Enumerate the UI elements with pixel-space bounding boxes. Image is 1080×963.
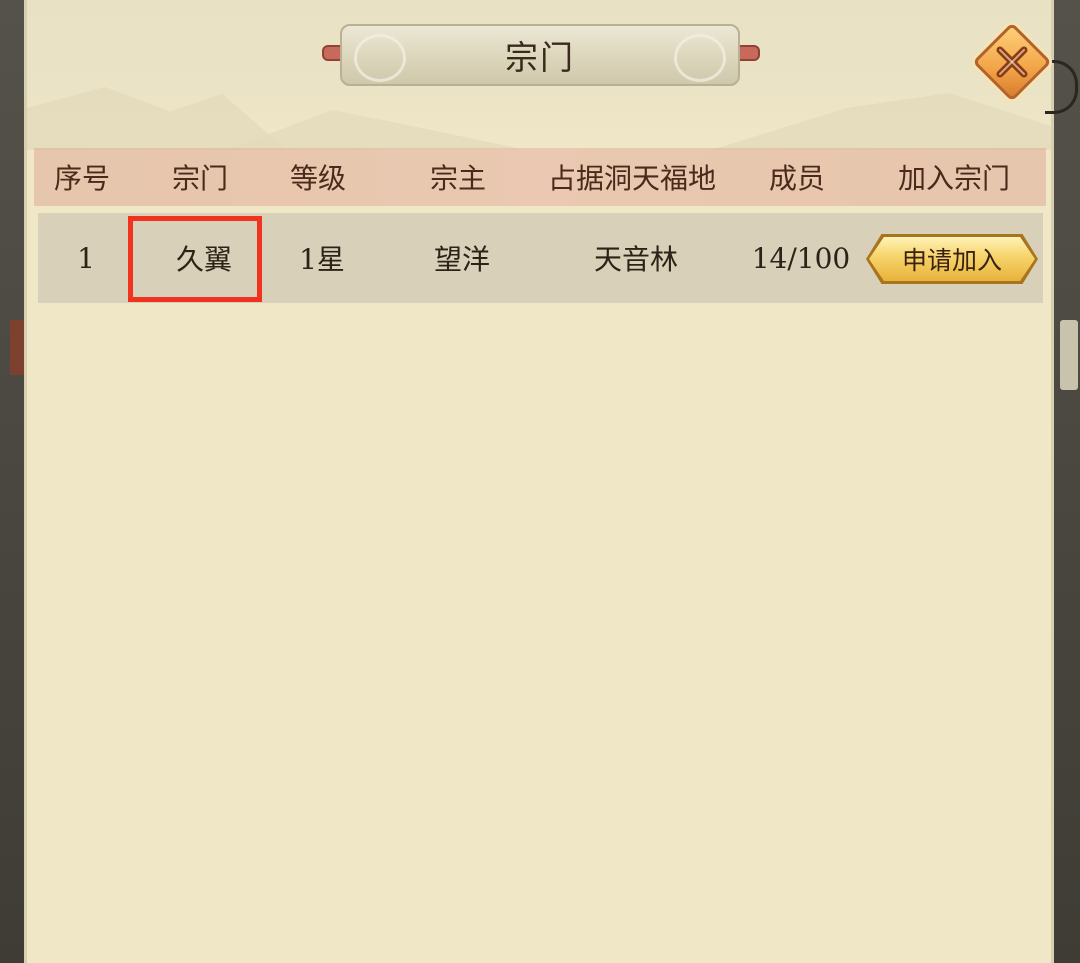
column-header-leader: 宗主 — [429, 162, 487, 195]
column-header-index: 序号 — [53, 162, 111, 195]
join-button-label: 申请加入 — [901, 246, 1002, 275]
background-scroll-right — [1060, 320, 1078, 390]
row-members: 14/100 — [751, 241, 851, 275]
sect-list-panel — [24, 0, 1054, 963]
row-index: 1 — [77, 241, 95, 275]
cloud-ornament — [674, 34, 726, 82]
column-header-territory: 占据洞天福地 — [547, 162, 717, 195]
column-header-members: 成员 — [768, 162, 826, 195]
background-banner-left — [10, 320, 24, 375]
column-header-join: 加入宗门 — [897, 162, 1011, 195]
close-x-icon — [972, 22, 1052, 102]
mountain-decoration — [227, 110, 527, 150]
close-button[interactable] — [972, 22, 1052, 102]
row-leader: 望洋 — [433, 243, 491, 276]
apply-join-button[interactable]: 申请加入 — [866, 234, 1038, 284]
column-header-sect: 宗门 — [171, 162, 229, 195]
dialog-title: 宗门 — [505, 38, 575, 77]
mountain-decoration — [27, 87, 287, 150]
column-header-level: 等级 — [289, 162, 347, 195]
row-level: 1星 — [299, 243, 345, 276]
table-header: 序号 宗门 等级 宗主 占据洞天福地 成员 加入宗门 — [34, 148, 1046, 206]
row-territory: 天音林 — [593, 243, 679, 276]
title-plaque: 宗门 — [340, 24, 740, 86]
row-sect-name[interactable]: 久翼 — [176, 213, 232, 303]
cloud-ornament — [354, 34, 406, 82]
